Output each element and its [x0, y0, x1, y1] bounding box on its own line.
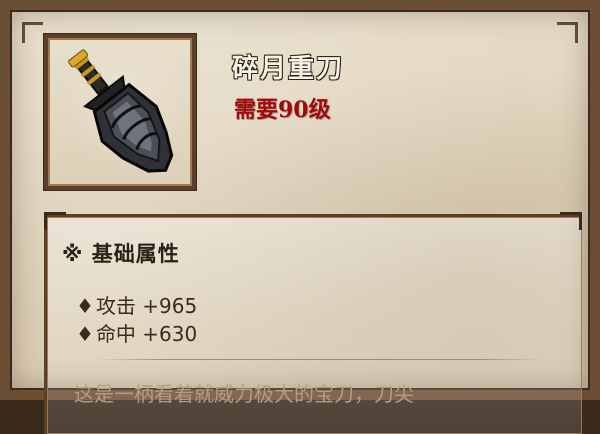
item-tooltip: 碎月重刀 需要90级 ※ 基础属性 ♦ 攻击 +965 ♦ 命中 +630 这是一柄…: [0, 0, 600, 434]
level-requirement: 需要90级: [234, 97, 331, 123]
diamond-bullet-icon: ♦: [76, 294, 94, 318]
stat-text: 攻击 +965: [95, 294, 198, 318]
stat-line-hit: ♦ 命中 +630: [76, 318, 197, 347]
item-name: 碎月重刀: [232, 54, 345, 84]
diamond-bullet-icon: ♦: [76, 322, 94, 346]
frame-corner-ornament: [22, 22, 43, 43]
stat-text: 命中 +630: [95, 322, 198, 346]
item-description: 这是一柄看着就威力极大的宝刀，刀尖: [74, 382, 414, 406]
panel-corner-ornament: [560, 212, 582, 230]
divider-line: [96, 359, 542, 360]
frame-corner-ornament: [557, 22, 578, 43]
panel-corner-ornament: [44, 212, 66, 230]
stat-line-attack: ♦ 攻击 +965: [76, 290, 197, 319]
broadsword-icon: [68, 49, 174, 173]
item-icon-frame: [44, 34, 196, 190]
section-title-basic-attributes: ※ 基础属性: [62, 242, 180, 266]
